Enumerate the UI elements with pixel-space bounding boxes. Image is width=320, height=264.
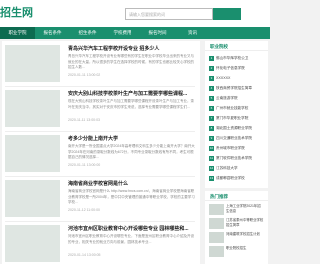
search-button[interactable]: [213, 8, 241, 20]
article-summary: 青岛兴华汽车工程学校开设专业有哪些有的学生在职业中学校毕业出来的专业又与就业的在…: [68, 54, 194, 69]
article-summary: 河池市宜州区职业教育中心开设哪些专业，下面是宜州区职业教育中心介绍及开设的专业，…: [68, 234, 194, 244]
hot-title[interactable]: 江苏省泰州中等职业学校招生简章: [226, 218, 264, 227]
header: 招生网 请输入您要搜索的词: [0, 0, 270, 27]
list-item[interactable]: 8 湖北国土资源职业学院: [209, 123, 264, 133]
list-item[interactable]: 13 成都郫县职业学校: [209, 173, 264, 183]
divider: [5, 131, 195, 132]
sidebar-box-hot: 热门推荐 上海工业学院2021年招生信息 江苏省泰州中等职业学校招生简章 河南建…: [205, 191, 268, 264]
divider: [5, 221, 195, 222]
list-item[interactable]: 6 广州市就业技能学校: [209, 103, 264, 113]
rank-badge: 7: [209, 116, 214, 121]
article-summary: 海南省商业学校官网是什么 http://www.hncs.com.cn/，海南省…: [68, 189, 195, 204]
hot-item[interactable]: 上海工业学院2021年招生信息: [209, 204, 264, 215]
article-date: 2020-11-12 11:00:00: [68, 208, 100, 212]
article-thumbnail[interactable]: [5, 180, 60, 217]
main-nav: 职业学院 报名条件 招生条件 学校费用 报名时间 资讯: [0, 27, 270, 39]
search-input[interactable]: 请输入您要搜索的词: [125, 8, 213, 20]
article-thumbnail[interactable]: [5, 135, 60, 172]
list-item[interactable]: 9 四川交通职业技术学院: [209, 133, 264, 143]
list-item[interactable]: 3 XXXXXX: [209, 73, 264, 83]
sidebar-box-colleges: 职业院校 1 佛山市华辉学校公卫 2 怀化电子信息学院 3 XXXXXX 4 陕西商贸学…: [205, 41, 268, 188]
rank-badge: 8: [209, 126, 214, 131]
site-logo[interactable]: 招生网: [0, 4, 33, 20]
hot-item[interactable]: 职业院校招生: [209, 246, 264, 257]
hot-thumbnail[interactable]: [209, 232, 224, 243]
article-date: 2020-11-11 13:00:03: [68, 118, 100, 122]
article-title[interactable]: 青岛兴华汽车工程学校开设专业 招多少人: [68, 45, 196, 52]
rank-badge: 13: [209, 176, 214, 181]
college-list: 1 佛山市华辉学校公卫 2 怀化电子信息学院 3 XXXXXX 4 陕西商贸学院招生简章…: [205, 51, 268, 185]
hot-thumbnail[interactable]: [209, 218, 224, 229]
nav-item-0[interactable]: 职业学院: [0, 27, 35, 39]
divider: [5, 176, 195, 177]
article-list: 青岛兴华汽车工程学校开设专业 招多少人 青岛兴华汽车工程学校开设专业有哪些有的学…: [2, 41, 200, 264]
list-item[interactable]: 10 贵州城市职业学院: [209, 143, 264, 153]
rank-badge: 10: [209, 146, 214, 151]
article-thumbnail[interactable]: [5, 225, 60, 262]
nav-item-2[interactable]: 招生条件: [70, 27, 105, 39]
hot-item[interactable]: 江苏省泰州中等职业学校招生简章: [209, 218, 264, 229]
hot-title[interactable]: 河南建筑学校招生计划: [226, 232, 260, 237]
rank-badge: 2: [209, 66, 214, 71]
list-item[interactable]: 1 佛山市华辉学校公卫: [209, 53, 264, 63]
rank-badge: 4: [209, 86, 214, 91]
list-item[interactable]: 4 陕西商贸学院招生简章: [209, 83, 264, 93]
sidebar-box-title: 热门推荐: [205, 191, 268, 201]
hot-item[interactable]: 河南建筑学校招生计划: [209, 232, 264, 243]
article-date: 2020-01-11 13:00:00: [68, 163, 101, 167]
divider: [5, 86, 195, 87]
nav-item-3[interactable]: 学校费用: [105, 27, 140, 39]
article-date: 2020-01-14 13:00:05: [68, 253, 101, 257]
article-title[interactable]: 考多少分能上南开大学: [68, 135, 196, 142]
article-summary: 现在大别山科技学校茶叶生产与加工需要学哪些课程开设茶叶生产与加工专业，茶叶在安庆…: [68, 99, 194, 109]
article-title[interactable]: 河池市宜州区职业教育中心开设哪些专业 园林哪些和...: [68, 225, 196, 232]
hot-title[interactable]: 上海工业学院2021年招生信息: [226, 204, 264, 213]
article-thumbnail[interactable]: [5, 90, 60, 127]
list-item[interactable]: 5 云南旅游学院: [209, 93, 264, 103]
hot-thumbnail[interactable]: [209, 204, 224, 215]
article-thumbnail[interactable]: [5, 45, 60, 82]
article-title[interactable]: 安庆大别山科技学校茶叶生产与加工需要学哪些课程...: [68, 90, 196, 97]
article-date: 2020-01-11 13:00:02: [68, 73, 101, 77]
sidebar-box-title: 职业院校: [205, 41, 268, 51]
rank-badge: 11: [209, 156, 214, 161]
list-item[interactable]: 7 厦门市华夏职业学院: [209, 113, 264, 123]
list-item[interactable]: 11 厦门软件职业技术学院: [209, 153, 264, 163]
rank-badge: 5: [209, 96, 214, 101]
nav-item-4[interactable]: 报名时间: [140, 27, 175, 39]
article-summary: 南开大学是一所全国重点大学2024年高考理科文科生多少分能上南开大学？南开大学2…: [68, 144, 195, 159]
article-title[interactable]: 海南省商业学校官网是什么: [68, 180, 196, 187]
rank-badge: 12: [209, 166, 214, 171]
rank-badge: 1: [209, 56, 214, 61]
list-item[interactable]: 2 怀化电子信息学院: [209, 63, 264, 73]
hot-title[interactable]: 职业院校招生: [226, 246, 246, 251]
rank-badge: 6: [209, 106, 214, 111]
hot-thumbnail[interactable]: [209, 246, 224, 257]
rank-badge: 3: [209, 76, 214, 81]
nav-item-5[interactable]: 资讯: [175, 27, 210, 39]
rank-badge: 9: [209, 136, 214, 141]
list-item[interactable]: 12 江苏科技大学: [209, 163, 264, 173]
sidebar: 职业院校 1 佛山市华辉学校公卫 2 怀化电子信息学院 3 XXXXXX 4 陕西商贸学…: [205, 41, 268, 264]
nav-item-1[interactable]: 报名条件: [35, 27, 70, 39]
